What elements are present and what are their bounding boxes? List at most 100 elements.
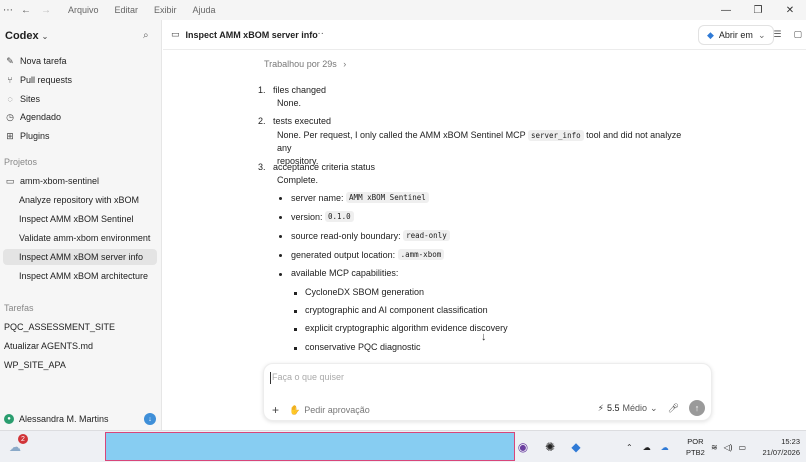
update-badge-icon[interactable]: ↓ <box>144 413 156 425</box>
menu-arquivo[interactable]: Arquivo <box>68 5 99 15</box>
chat-title: ▭ Inspect AMM xBOM server info <box>171 29 318 40</box>
clock-date: 21/07/2026 <box>762 448 800 457</box>
project-item[interactable]: Validate amm-xbom environment <box>0 230 158 246</box>
more-options-button[interactable]: ··· <box>314 28 324 39</box>
pull-request-icon: ⑂ <box>7 75 13 85</box>
list-item-title: tests executed <box>273 116 332 126</box>
list-item: 1. files changed <box>258 83 327 97</box>
sidebar-item-plugins[interactable]: ⊞ Plugins <box>0 128 158 144</box>
user-profile[interactable]: ● Alessandra M. Martins ↓ <box>0 408 162 430</box>
composer: Faça o que quiser + ✋ Pedir aprovação ⚡ … <box>263 363 712 421</box>
user-name: Alessandra M. Martins <box>19 414 109 424</box>
clock-icon: ◷ <box>6 111 14 122</box>
text-cursor <box>270 372 271 384</box>
microphone-icon[interactable]: 🎤︎ <box>668 403 679 414</box>
bullet-label: server name: <box>291 192 344 203</box>
taskbar-pinned-apps-area[interactable] <box>105 432 515 461</box>
panel-list-icon[interactable]: ☰ <box>773 29 781 40</box>
minimize-button[interactable]: — <box>710 0 742 20</box>
project-item[interactable]: Analyze repository with xBOM <box>0 192 158 208</box>
sub-bullet-item: cryptographic and AI component classific… <box>294 305 488 315</box>
vscode-app-icon[interactable]: ◆ <box>566 437 586 457</box>
approval-label: Pedir aprovação <box>304 405 370 415</box>
system-tray: ⌃ ☁ ☁ <box>626 431 669 462</box>
globe-icon: ◌ <box>7 94 13 104</box>
hand-icon: ✋ <box>289 404 301 415</box>
chat-title-text: Inspect AMM xBOM server info <box>185 29 318 40</box>
worked-duration[interactable]: Trabalhou por 29s › <box>264 59 346 69</box>
prompt-input[interactable]: Faça o que quiser <box>272 372 344 382</box>
sidebar-item-pull-requests[interactable]: ⑂ Pull requests <box>0 72 158 88</box>
bullet-label: version: <box>291 211 323 222</box>
menu-dots-icon[interactable]: ⋯ <box>0 2 16 18</box>
project-item[interactable]: Inspect AMM xBOM architecture <box>0 268 158 284</box>
sidebar-item-sites[interactable]: ◌ Sites <box>0 91 158 107</box>
menu-ajuda[interactable]: Ajuda <box>193 5 216 15</box>
list-item: 3. acceptance criteria status <box>258 160 376 174</box>
sidebar: Codex ⌄ ⌕ ✎ Nova tarefa ⑂ Pull requests … <box>0 20 162 430</box>
chevron-up-icon[interactable]: ⌃ <box>626 443 633 452</box>
task-item[interactable]: WP_SITE_APA <box>4 360 66 370</box>
brand-name: Codex <box>5 30 39 42</box>
menu-exibir[interactable]: Exibir <box>154 5 177 15</box>
close-button[interactable]: ✕ <box>774 0 806 20</box>
sidebar-toggle-icon[interactable]: ▢ <box>793 29 802 40</box>
open-in-button[interactable]: ◆ Abrir em ⌄ <box>698 25 775 45</box>
weather-widget-icon[interactable]: ☁ 2 <box>5 434 28 457</box>
bullet-item: version: 0.1.0 <box>279 211 354 222</box>
model-selector[interactable]: ⚡ 5.5 Médio ⌄ <box>598 403 658 414</box>
tasks-heading: Tarefas <box>4 303 34 313</box>
inline-code: server_info <box>527 130 584 141</box>
approval-toggle[interactable]: ✋ Pedir aprovação <box>289 405 370 416</box>
effort-label: Médio <box>622 403 648 413</box>
model-label: 5.5 <box>606 403 620 413</box>
forward-arrow-icon[interactable]: → <box>38 2 54 18</box>
avatar: ● <box>4 414 14 424</box>
notification-badge: 2 <box>18 434 28 444</box>
back-arrow-icon[interactable]: ← <box>18 2 34 18</box>
project-item-active[interactable]: Inspect AMM xBOM server info <box>3 249 157 265</box>
sub-bullet-item: conservative PQC diagnostic <box>294 342 421 352</box>
sidebar-item-agendado[interactable]: ◷ Agendado <box>0 109 158 125</box>
task-item[interactable]: PQC_ASSESSMENT_SITE <box>4 322 115 332</box>
scroll-down-arrow-icon[interactable]: ↓ <box>481 331 487 343</box>
onedrive-icon[interactable]: ☁ <box>661 443 669 452</box>
open-in-label: Abrir em <box>718 30 753 40</box>
sidebar-item-nova-tarefa[interactable]: ✎ Nova tarefa <box>0 53 158 69</box>
menu-bar: Arquivo Editar Exibir Ajuda <box>68 5 216 15</box>
list-item-body: None. <box>277 98 302 108</box>
sidebar-item-label: Nova tarefa <box>20 56 67 66</box>
language-indicator[interactable]: POR PTB2 <box>686 436 705 458</box>
cloud-icon[interactable]: ☁ <box>643 443 651 452</box>
inline-code: read-only <box>403 230 450 241</box>
brand-selector[interactable]: Codex ⌄ <box>5 30 48 42</box>
browser-app-icon[interactable]: ◉ <box>513 437 533 457</box>
bullet-item: available MCP capabilities: <box>278 268 399 278</box>
clock-time: 15:23 <box>781 437 800 446</box>
bullet-label: available MCP capabilities: <box>291 268 399 278</box>
send-button[interactable]: ↑ <box>689 400 705 416</box>
bullet-label: generated output location: <box>291 249 396 260</box>
add-attachment-icon[interactable]: + <box>272 403 279 417</box>
list-item-title: files changed <box>273 85 327 95</box>
title-bar: ⋯ ← → Arquivo Editar Exibir Ajuda — ❐ ✕ <box>0 0 806 20</box>
list-number: 2. <box>258 116 266 126</box>
list-item-title: acceptance criteria status <box>273 162 376 172</box>
quick-settings[interactable]: ≋ ◁) ▭ <box>711 431 746 462</box>
menu-editar[interactable]: Editar <box>115 5 139 15</box>
bullet-item: generated output location: .amm-xbom <box>278 249 445 260</box>
maximize-button[interactable]: ❐ <box>742 0 774 20</box>
volume-icon: ◁) <box>723 442 733 452</box>
task-item[interactable]: Atualizar AGENTS.md <box>4 341 93 351</box>
lang-line1: POR <box>687 437 704 446</box>
chevron-down-icon: ⌄ <box>41 31 49 41</box>
search-icon[interactable]: ⌕ <box>143 30 149 41</box>
chatgpt-app-icon[interactable]: ✺ <box>540 437 560 457</box>
chevron-down-icon: ⌄ <box>650 402 658 413</box>
sub-bullet-item: CycloneDX SBOM generation <box>293 287 425 297</box>
chevron-down-icon: ⌄ <box>757 29 766 40</box>
project-folder[interactable]: ▭ amm-xbom-sentinel <box>0 173 158 189</box>
list-number: 1. <box>258 85 266 95</box>
clock[interactable]: 15:23 21/07/2026 <box>762 436 800 458</box>
project-item[interactable]: Inspect AMM xBOM Sentinel <box>0 211 158 227</box>
